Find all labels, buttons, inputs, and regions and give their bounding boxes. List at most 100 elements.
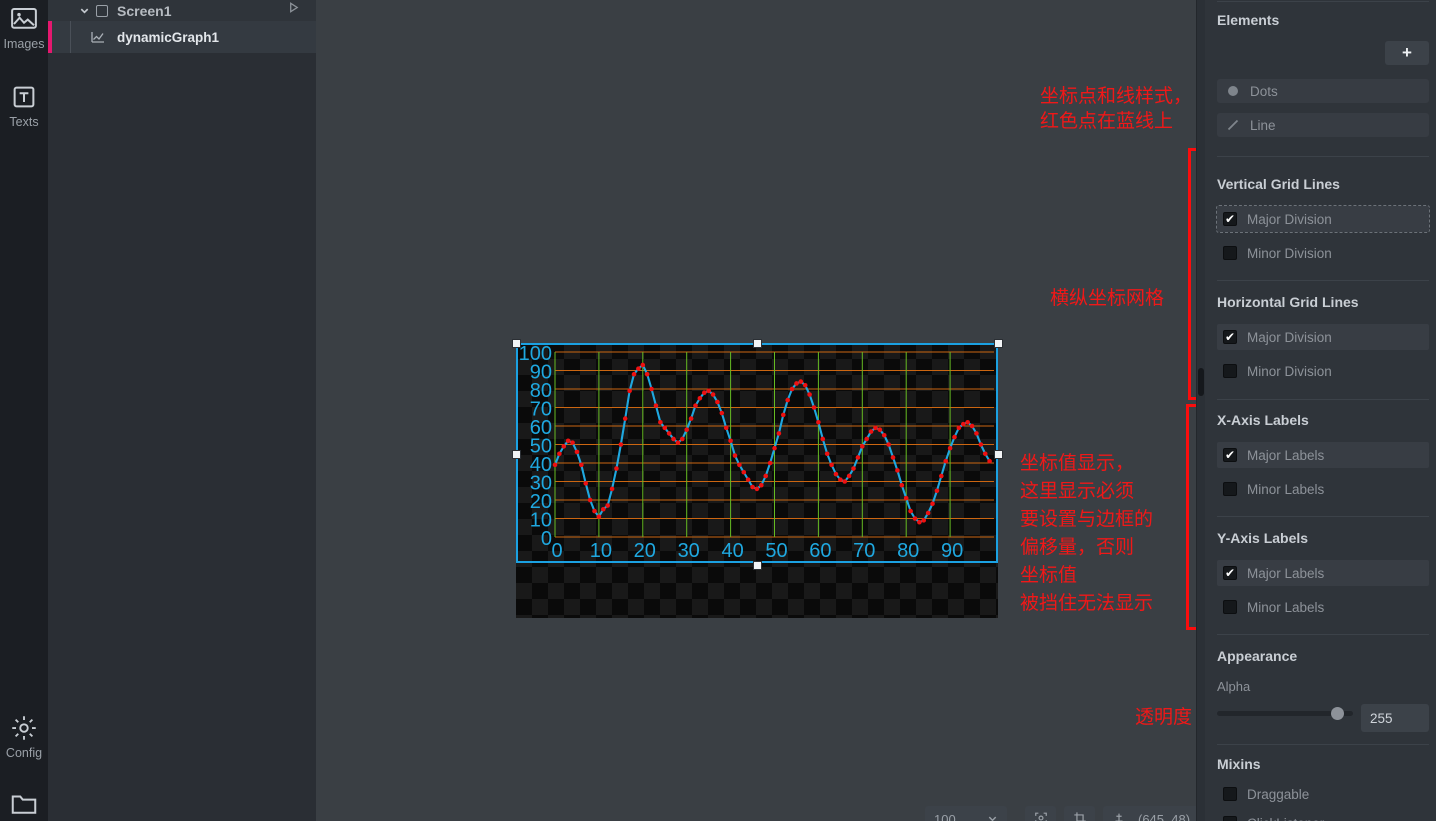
ylabels-minor-checkbox[interactable]: [1223, 600, 1237, 614]
crop-icon: [1073, 811, 1087, 821]
screen1-checkbox[interactable]: [96, 4, 108, 17]
anno-dots-line: 坐标点和线样式， 红色点在蓝线上: [1040, 85, 1193, 132]
image-icon: [9, 4, 39, 34]
properties-panel: Elements + Dots Line Vertical Grid Lines: [1196, 0, 1436, 821]
checkbox-row-ylabels-minor[interactable]: Minor Labels: [1217, 594, 1429, 620]
gear-icon: [9, 713, 39, 743]
add-element-button[interactable]: +: [1385, 41, 1429, 65]
section-title-y-axis-labels: Y-Axis Labels: [1217, 530, 1309, 546]
draggable-checkbox[interactable]: [1223, 787, 1237, 801]
left-icon-rail: Images Texts Config: [0, 0, 48, 821]
zoom-value: 100: [934, 811, 956, 821]
tree-label-screen1: Screen1: [117, 2, 172, 19]
vgrid-major-checkbox[interactable]: ✔: [1223, 212, 1237, 226]
tree-item-screen1[interactable]: Screen1: [48, 0, 316, 21]
divider: [1217, 399, 1429, 400]
section-title-vertical-grid: Vertical Grid Lines: [1217, 176, 1340, 192]
tree-item-dynamicgraph1[interactable]: dynamicGraph1: [48, 21, 316, 53]
checkbox-row-xlabels-minor[interactable]: Minor Labels: [1217, 476, 1429, 502]
rail-item-config[interactable]: Config: [0, 713, 48, 760]
vgrid-minor-checkbox[interactable]: [1223, 246, 1237, 260]
properties-scrollbar[interactable]: [1197, 0, 1205, 821]
element-row-dots[interactable]: Dots: [1217, 79, 1429, 103]
zoom-select[interactable]: 100: [925, 806, 1007, 821]
checkbox-row-hgrid-minor[interactable]: Minor Division: [1217, 358, 1429, 384]
y-axis-major-labels: 0102030405060708090100: [519, 343, 552, 550]
chevron-down-icon[interactable]: [78, 5, 90, 17]
divider: [1217, 634, 1429, 635]
svg-text:0: 0: [551, 540, 562, 562]
anno-grid: 横纵坐标网格: [1050, 287, 1165, 309]
draggable-label: Draggable: [1247, 786, 1310, 802]
folder-icon: [9, 789, 39, 819]
checkbox-row-vgrid-minor[interactable]: Minor Division: [1217, 240, 1429, 266]
properties-scrollbar-thumb[interactable]: [1198, 368, 1204, 396]
text-icon: [9, 82, 39, 112]
xlabels-major-checkbox[interactable]: ✔: [1223, 448, 1237, 462]
section-title-elements: Elements: [1217, 12, 1280, 28]
checkbox-row-xlabels-major[interactable]: ✔ Major Labels: [1217, 442, 1429, 468]
svg-text:30: 30: [678, 540, 700, 562]
fit-screen-button[interactable]: [1025, 806, 1056, 821]
svg-text:70: 70: [853, 540, 875, 562]
dynamic-graph-plot[interactable]: 0102030405060708090100 0 10 20 30 40 50 60 70 80…: [516, 343, 998, 563]
divider: [1217, 516, 1429, 517]
hgrid-major-checkbox[interactable]: ✔: [1223, 330, 1237, 344]
tree-indent-guide: [70, 21, 71, 53]
svg-text:50: 50: [765, 540, 787, 562]
clicklistener-checkbox[interactable]: [1223, 816, 1237, 821]
x-axis-major-labels: 0 10 20 30 40 50 60 70 80 90: [551, 540, 963, 562]
clicklistener-label: ClickListener: [1247, 816, 1324, 821]
section-title-appearance: Appearance: [1217, 648, 1298, 664]
svg-text:10: 10: [590, 540, 612, 562]
ylabels-major-checkbox[interactable]: ✔: [1223, 566, 1237, 580]
hgrid-major-label: Major Division: [1247, 329, 1332, 345]
line-icon: [1226, 118, 1240, 132]
cursor-coords: (645, 48): [1138, 811, 1191, 821]
svg-text:90: 90: [941, 540, 963, 562]
line-chart-icon: [90, 29, 106, 45]
checkbox-row-vgrid-major[interactable]: ✔ Major Division: [1216, 205, 1430, 233]
element-label-line: Line: [1250, 117, 1276, 133]
divider: [1217, 280, 1429, 281]
vgrid-major-label: Major Division: [1247, 211, 1332, 227]
alpha-slider-knob[interactable]: [1331, 707, 1344, 720]
vgrid-minor-label: Minor Division: [1247, 245, 1332, 261]
rail-label-config: Config: [5, 746, 43, 760]
rail-item-folder[interactable]: [0, 789, 48, 821]
crop-button[interactable]: [1064, 806, 1095, 821]
svg-text:60: 60: [809, 540, 831, 562]
hgrid-minor-checkbox[interactable]: [1223, 364, 1237, 378]
alpha-label: Alpha: [1217, 679, 1251, 694]
ylabels-minor-label: Minor Labels: [1247, 599, 1325, 615]
anchor-icon: [1112, 811, 1126, 821]
rail-item-texts[interactable]: Texts: [0, 82, 48, 129]
anno-alpha: 透明度: [1135, 706, 1193, 728]
xlabels-minor-label: Minor Labels: [1247, 481, 1325, 497]
element-row-line[interactable]: Line: [1217, 113, 1429, 137]
checkbox-row-hgrid-major[interactable]: ✔ Major Division: [1217, 324, 1429, 350]
fit-screen-icon: [1034, 811, 1048, 821]
tree-label-dynamicgraph1: dynamicGraph1: [117, 29, 220, 45]
xlabels-minor-checkbox[interactable]: [1223, 482, 1237, 496]
checkbox-row-clicklistener[interactable]: ClickListener: [1217, 810, 1429, 821]
svg-text:40: 40: [721, 540, 743, 562]
section-title-x-axis-labels: X-Axis Labels: [1217, 412, 1309, 428]
xlabels-major-label: Major Labels: [1247, 447, 1325, 463]
checkbox-row-draggable[interactable]: Draggable: [1217, 781, 1429, 807]
app-window: Images Texts Config Screen1 dynamicGraph…: [0, 0, 1436, 821]
play-icon[interactable]: [287, 1, 300, 17]
element-label-dots: Dots: [1250, 83, 1278, 99]
svg-text:80: 80: [897, 540, 919, 562]
rail-label-texts: Texts: [9, 115, 39, 129]
ylabels-major-label: Major Labels: [1247, 565, 1325, 581]
alpha-value-input[interactable]: 255: [1361, 704, 1429, 732]
section-title-mixins: Mixins: [1217, 756, 1261, 772]
divider: [1217, 1, 1429, 2]
rail-item-images[interactable]: Images: [0, 4, 48, 51]
checkbox-row-ylabels-major[interactable]: ✔ Major Labels: [1217, 560, 1429, 586]
section-title-horizontal-grid: Horizontal Grid Lines: [1217, 294, 1359, 310]
svg-text:20: 20: [634, 540, 656, 562]
component-tree-panel: Screen1 dynamicGraph1: [48, 0, 316, 821]
rail-label-images: Images: [3, 37, 45, 51]
